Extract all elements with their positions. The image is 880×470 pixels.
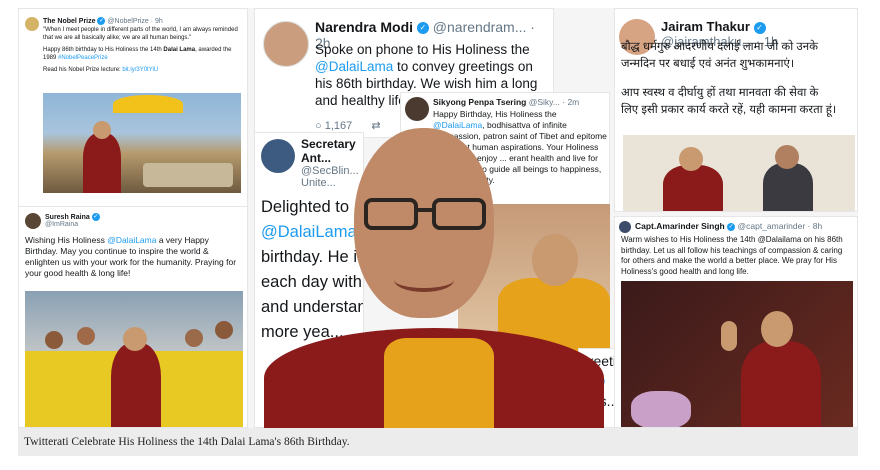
avatar: [25, 213, 41, 229]
text-segment: Happy 86th birthday to His Holiness the …: [43, 47, 164, 53]
author-handle: @NobelPrize · 9h: [107, 17, 163, 25]
verified-icon: ✓: [753, 21, 766, 34]
monk-head: [761, 311, 793, 347]
tweet-text: बौद्ध धर्मगुरु आदरणीय दलाई लामा जी को उन…: [621, 39, 857, 119]
tweet-text: Warm wishes to His Holiness the 14th @Da…: [621, 235, 843, 276]
avatar: [263, 21, 309, 67]
text-line: जन्मदिन पर बधाई एवं अनंत शुभकामनाएं।: [621, 58, 795, 70]
author-name: Jairam Thakur: [661, 19, 750, 34]
verified-icon: ✓: [416, 22, 429, 35]
tweet-header: Suresh Raina ✓ @ImRaina: [45, 213, 100, 228]
player-head: [215, 321, 233, 339]
tweet-text: "When I meet people in different parts o…: [43, 27, 243, 75]
player-head: [185, 329, 203, 347]
monk-head: [679, 147, 703, 171]
guest-figure: [763, 163, 813, 211]
tweet-header: Sikyong Penpa Tsering @Siky... · 2m: [433, 97, 579, 107]
monk-head: [123, 327, 147, 351]
umbrella: [113, 95, 183, 113]
text-segment: Happy Birthday, His Holiness the: [433, 109, 557, 119]
verified-icon: ✓: [97, 17, 106, 25]
text-line: आप स्वस्थ व दीर्घायु हों तथा मानवता की स…: [621, 87, 819, 99]
avatar: [619, 221, 631, 233]
verified-icon: ✓: [91, 213, 100, 221]
tweet-photo[interactable]: [623, 135, 855, 211]
tweet-card-amarinder[interactable]: Capt.Amarinder Singh ✓ @capt_amarinder ·…: [614, 216, 858, 428]
monk-head: [93, 121, 111, 139]
monk-figure: [663, 165, 723, 211]
raised-hand: [721, 321, 737, 351]
author-name: The Nobel Prize: [43, 17, 96, 25]
tweet-card-raina[interactable]: Suresh Raina ✓ @ImRaina Wishing His Holi…: [18, 206, 248, 428]
tweet-header: The Nobel Prize ✓ @NobelPrize · 9h: [43, 17, 163, 25]
avatar: [405, 97, 429, 121]
text-line: बौद्ध धर्मगुरु आदरणीय दलाई लामा जी को उन…: [621, 41, 818, 53]
verified-icon: ✓: [727, 222, 736, 231]
text-segment: Spoke on phone to His Holiness the: [315, 42, 530, 57]
text-segment: Wishing His Holiness: [25, 235, 108, 245]
lecture-line: Read his Nobel Prize lecture: bit.ly/3Y0…: [43, 67, 243, 75]
mention-link[interactable]: @DalaiLama: [107, 235, 156, 245]
tweet-card-thakur[interactable]: Jairam Thakur ✓ @jairamthaku... · 1h बौद…: [614, 8, 858, 212]
author-name: Sikyong Penpa Tsering: [433, 97, 527, 107]
text-segment-bold: Dalai Lama: [163, 47, 196, 53]
player-head: [77, 327, 95, 345]
crowd: [143, 163, 233, 187]
robe-saffron: [384, 338, 494, 428]
author-handle: @Siky... · 2m: [528, 97, 580, 107]
author-name: Capt.Amarinder Singh: [635, 221, 725, 231]
collage: The Nobel Prize ✓ @NobelPrize · 9h "When…: [18, 8, 858, 428]
tweet-text: Wishing His Holiness @DalaiLama a very H…: [25, 235, 243, 279]
monk-figure: [741, 341, 821, 427]
flowers: [631, 391, 691, 427]
smile: [394, 268, 454, 292]
image-caption: Twitterati Celebrate His Holiness the 14…: [18, 428, 858, 456]
player-head: [45, 331, 63, 349]
tweet-photo[interactable]: [621, 281, 853, 427]
monk-figure: [111, 343, 161, 427]
author-handle: @capt_amarinder · 8h: [737, 221, 823, 231]
glasses-icon: [364, 198, 486, 230]
quote-text: "When I meet people in different parts o…: [43, 27, 238, 41]
guest-head: [775, 145, 799, 169]
hashtag-link[interactable]: #NobelPeacePrize: [58, 55, 108, 61]
author-handle: @ImRaina: [45, 221, 79, 228]
birthday-line: Happy 86th birthday to His Holiness the …: [43, 47, 243, 62]
avatar: [25, 17, 39, 31]
mention-link[interactable]: @DalaiLama: [315, 59, 393, 74]
tweet-card-nobel[interactable]: The Nobel Prize ✓ @NobelPrize · 9h "When…: [18, 8, 248, 208]
author-name: Suresh Raina: [45, 213, 90, 221]
lecture-link[interactable]: bit.ly/3Y0tYiU: [122, 67, 158, 73]
tweet-header: Capt.Amarinder Singh ✓ @capt_amarinder ·…: [635, 221, 822, 231]
author-name: Narendra Modi: [315, 19, 414, 35]
monk-figure: [83, 133, 121, 193]
tweet-photo[interactable]: [25, 291, 243, 427]
tweet-photo[interactable]: [43, 93, 241, 193]
dalai-lama-portrait: [254, 128, 614, 428]
text-line: लिए इसी प्रकार कार्य करते रहें, यही कामन…: [621, 104, 837, 116]
text-segment: Read his Nobel Prize lecture:: [43, 67, 123, 73]
